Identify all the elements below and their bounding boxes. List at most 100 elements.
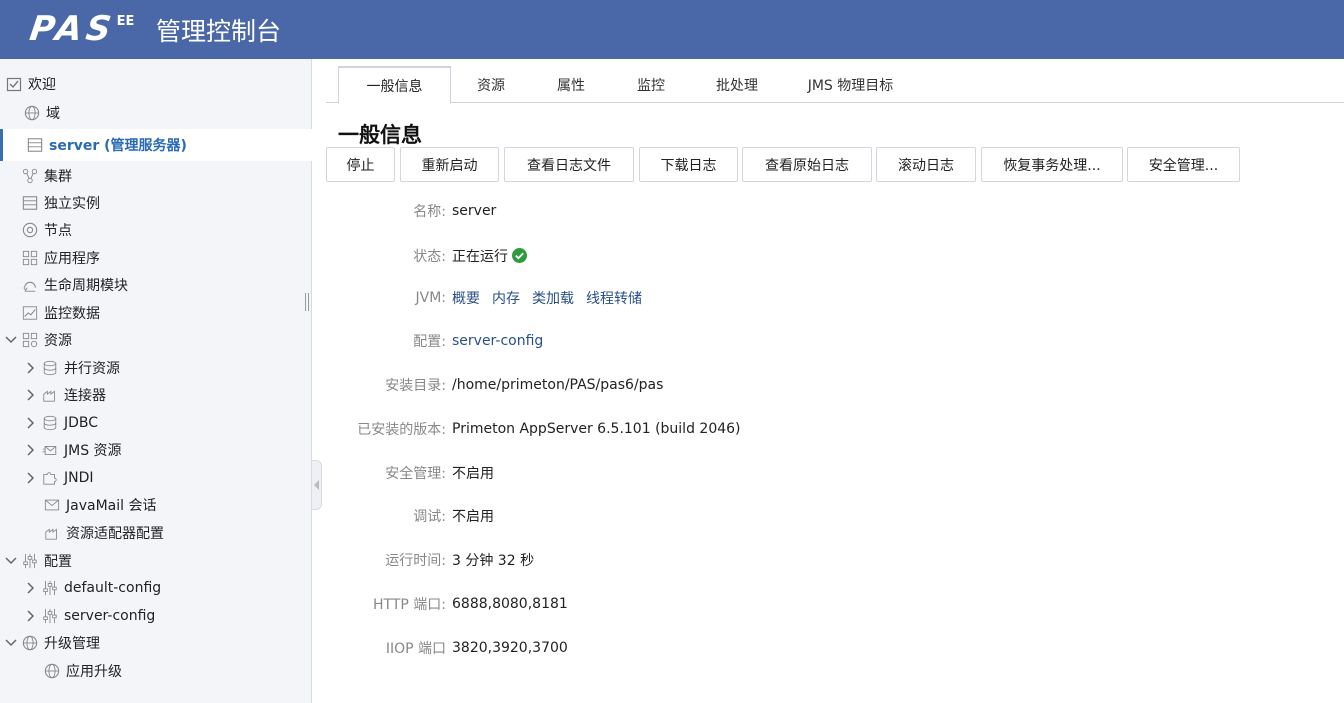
chevron-down-icon[interactable] [4, 553, 18, 569]
sidebar-item-label: 资源 [44, 332, 72, 349]
chevron-down-icon[interactable] [4, 332, 18, 348]
running-check-icon [512, 247, 527, 263]
chevron-right-icon[interactable] [24, 387, 38, 403]
sidebar-item-parallel-resources[interactable]: 并行资源 [24, 354, 120, 381]
jvm-summary-link[interactable]: 概要 [452, 288, 480, 308]
sidebar-item-jdbc[interactable]: JDBC [24, 409, 98, 436]
security-value: 不启用 [452, 466, 494, 482]
sidebar-item-server-config[interactable]: server-config [24, 602, 155, 629]
chevron-right-icon[interactable] [24, 608, 38, 624]
database-icon [42, 415, 58, 431]
sidebar-item-label: 独立实例 [44, 195, 100, 212]
chevron-down-icon[interactable] [4, 635, 18, 651]
sidebar-item-label: 连接器 [64, 387, 106, 404]
sidebar-item-label: 域 [46, 105, 60, 122]
sidebar-item-label: default-config [64, 579, 162, 596]
sidebar-item-application-upgrade[interactable]: 应用升级 [44, 657, 122, 684]
chevron-right-icon[interactable] [24, 470, 38, 486]
info-row-status: 状态: 正在运行 [326, 246, 527, 266]
view-log-file-button[interactable]: 查看日志文件 [504, 147, 634, 182]
sidebar-item-upgrade-management[interactable]: 升级管理 [4, 629, 100, 656]
sidebar-item-label: 生命周期模块 [44, 277, 128, 294]
main-content: 一般信息 资源 属性 监控 批处理 JMS 物理目标 一般信息 停止 重新启动 … [326, 59, 1344, 703]
sidebar-item-label: 并行资源 [64, 360, 120, 377]
sidebar-item-welcome[interactable]: 欢迎 [6, 70, 56, 97]
info-row-name: 名称: server [326, 201, 496, 221]
sidebar-item-monitoring[interactable]: 监控数据 [22, 299, 100, 326]
jvm-memory-link[interactable]: 内存 [492, 288, 520, 308]
debug-value: 不启用 [452, 509, 494, 525]
logo-text: PAS [27, 9, 118, 49]
sidebar-item-jms-resources[interactable]: JMS 资源 [24, 436, 122, 463]
info-row-http-ports: HTTP 端口: 6888,8080,8181 [326, 594, 568, 614]
status-value: 正在运行 [452, 249, 508, 265]
navigation-sidebar: 欢迎 域 server (管理服务器) 集群 独立实例 节点 应用程序 生命周期… [0, 59, 312, 703]
sidebar-item-instance[interactable]: 独立实例 [22, 189, 100, 216]
page-title: 一般信息 [338, 123, 422, 147]
restart-button[interactable]: 重新启动 [400, 147, 499, 182]
stop-button[interactable]: 停止 [326, 147, 395, 182]
sidebar-item-jndi[interactable]: JNDI [24, 464, 94, 491]
chevron-right-icon[interactable] [24, 442, 38, 458]
info-row-install-dir: 安装目录: /home/primeton/PAS/pas6/pas [326, 375, 663, 395]
info-row-debug: 调试: 不启用 [326, 506, 494, 526]
chevron-right-icon[interactable] [24, 360, 38, 376]
install-dir-value: /home/primeton/PAS/pas6/pas [452, 377, 664, 393]
sidebar-item-node[interactable]: 节点 [22, 216, 72, 243]
sidebar-item-applications[interactable]: 应用程序 [22, 244, 100, 271]
sidebar-item-label: JMS 资源 [64, 442, 122, 459]
welcome-check-icon [6, 76, 22, 92]
tab-properties[interactable]: 属性 [531, 66, 611, 103]
app-title: 管理控制台 [156, 17, 282, 46]
tab-general-info[interactable]: 一般信息 [338, 66, 451, 104]
chevron-right-icon[interactable] [24, 415, 38, 431]
globe-icon [44, 663, 60, 679]
field-label: 名称: [413, 204, 446, 220]
jms-icon [42, 442, 58, 458]
logo-superscript: EE [116, 14, 135, 29]
recover-transactions-button[interactable]: 恢复事务处理... [981, 147, 1123, 182]
sidebar-resize-handle[interactable] [305, 293, 309, 311]
sidebar-item-cluster[interactable]: 集群 [22, 162, 72, 189]
security-admin-button[interactable]: 安全管理... [1127, 147, 1240, 182]
sidebar-item-javamail[interactable]: JavaMail 会话 [44, 491, 156, 518]
sidebar-item-connectors[interactable]: 连接器 [24, 381, 106, 408]
jvm-classloading-link[interactable]: 类加载 [532, 288, 574, 308]
chevron-left-icon [313, 480, 319, 490]
sidebar-item-label: 节点 [44, 222, 72, 239]
sidebar-item-server[interactable]: server (管理服务器) [0, 129, 312, 161]
globe-icon [24, 105, 40, 121]
info-row-uptime: 运行时间: 3 分钟 32 秒 [326, 550, 534, 570]
sidebar-item-lifecycle[interactable]: 生命周期模块 [22, 271, 128, 298]
tab-jms-physical-destinations[interactable]: JMS 物理目标 [783, 66, 918, 103]
sidebar-item-resource-adapter-config[interactable]: 资源适配器配置 [44, 519, 164, 546]
info-row-security: 安全管理: 不启用 [326, 463, 494, 483]
chart-icon [22, 305, 38, 321]
server-config-link[interactable]: server-config [452, 333, 543, 349]
tab-monitoring[interactable]: 监控 [611, 66, 691, 103]
tab-batch[interactable]: 批处理 [691, 66, 783, 103]
http-ports-value: 6888,8080,8181 [452, 596, 568, 612]
sidebar-item-configurations[interactable]: 配置 [4, 547, 72, 574]
sidebar-item-label: 监控数据 [44, 305, 100, 322]
lifecycle-icon [22, 277, 38, 293]
tab-resources[interactable]: 资源 [451, 66, 531, 103]
sidebar-item-resources[interactable]: 资源 [4, 326, 72, 353]
download-log-button[interactable]: 下载日志 [639, 147, 738, 182]
sidebar-item-label: JNDI [64, 469, 94, 486]
resources-icon [22, 332, 38, 348]
info-row-iiop-ports: IIOP 端口 3820,3920,3700 [326, 638, 568, 658]
sidebar-item-domain[interactable]: 域 [24, 99, 60, 126]
sidebar-item-default-config[interactable]: default-config [24, 574, 161, 601]
jvm-thread-dump-link[interactable]: 线程转储 [586, 288, 642, 308]
instance-icon [22, 195, 38, 211]
field-label: IIOP 端口 [385, 641, 446, 657]
connector-icon [44, 525, 60, 541]
view-raw-log-button[interactable]: 查看原始日志 [742, 147, 872, 182]
sliders-icon [22, 553, 38, 569]
sidebar-collapse-toggle[interactable] [312, 460, 322, 510]
sidebar-item-label: 应用升级 [66, 663, 122, 680]
chevron-right-icon[interactable] [24, 580, 38, 596]
rotate-log-button[interactable]: 滚动日志 [876, 147, 976, 182]
globe-icon [22, 635, 38, 651]
